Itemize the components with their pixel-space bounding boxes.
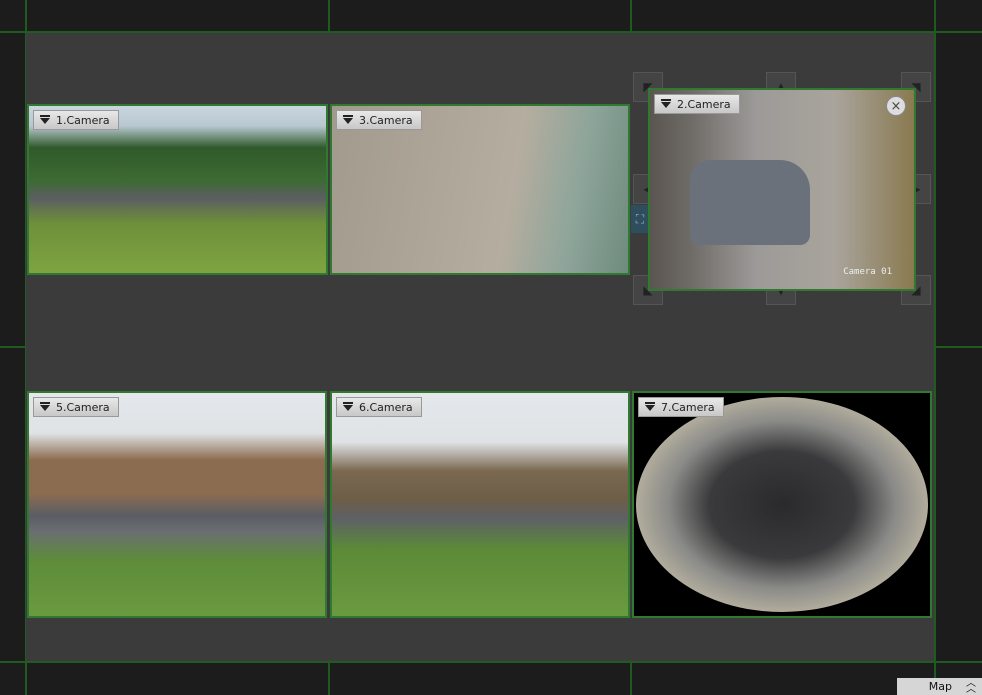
camera-label: 5.Camera [56, 400, 110, 414]
link-icon[interactable]: ⛶ [631, 205, 649, 233]
grid-line [630, 0, 632, 32]
camera-tile-5[interactable]: 5.Camera [27, 391, 327, 618]
menu-icon [40, 115, 50, 124]
chevron-double-up-icon: ︿ ︿ [966, 677, 976, 695]
camera-menu-button[interactable]: 5.Camera [33, 397, 119, 417]
menu-icon [40, 402, 50, 411]
menu-icon [645, 402, 655, 411]
camera-video [29, 393, 325, 616]
menu-icon [343, 115, 353, 124]
camera-video [332, 106, 628, 273]
menu-icon [343, 402, 353, 411]
grid-line [328, 662, 330, 695]
camera-label: 2.Camera [677, 97, 731, 111]
camera-label: 1.Camera [56, 113, 110, 127]
grid-line [630, 662, 632, 695]
camera-osd-text: Camera 01 [843, 267, 892, 277]
menu-icon [661, 99, 671, 108]
camera-tile-7[interactable]: 7.Camera [632, 391, 932, 618]
grid-line [0, 346, 25, 348]
camera-label: 3.Camera [359, 113, 413, 127]
camera-video [29, 106, 326, 273]
camera-menu-button[interactable]: 1.Camera [33, 110, 119, 130]
camera-menu-button[interactable]: 3.Camera [336, 110, 422, 130]
camera-tile-2[interactable]: 2.Camera × Camera 01 [648, 88, 916, 291]
camera-tile-1[interactable]: 1.Camera [27, 104, 328, 275]
camera-video-car [690, 160, 810, 245]
camera-video [332, 393, 628, 616]
map-toggle-button[interactable]: Map ︿ ︿ [897, 678, 982, 695]
camera-menu-button[interactable]: 2.Camera [654, 94, 740, 114]
camera-video-fisheye [636, 397, 928, 612]
grid-line [935, 346, 982, 348]
camera-tile-3[interactable]: 3.Camera [330, 104, 630, 275]
camera-tile-6[interactable]: 6.Camera [330, 391, 630, 618]
camera-label: 6.Camera [359, 400, 413, 414]
map-label: Map [928, 680, 952, 693]
camera-label: 7.Camera [661, 400, 715, 414]
camera-menu-button[interactable]: 7.Camera [638, 397, 724, 417]
close-icon[interactable]: × [886, 96, 906, 116]
grid-line [328, 0, 330, 32]
camera-menu-button[interactable]: 6.Camera [336, 397, 422, 417]
